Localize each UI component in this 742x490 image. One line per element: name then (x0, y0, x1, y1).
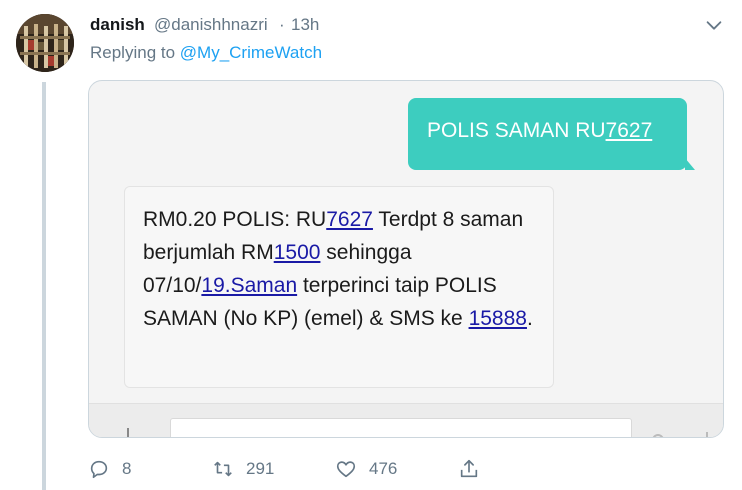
user-handle[interactable]: @danishhnazri (154, 15, 268, 35)
like-button[interactable]: 476 (335, 457, 397, 481)
sms-text-part: RM0.20 POLIS: RU (143, 208, 327, 231)
share-button[interactable] (458, 457, 480, 481)
sms-link: 19.Saman (201, 274, 298, 297)
retweet-count: 291 (246, 459, 275, 478)
sms-link: 7627 (326, 208, 373, 231)
retweet-button[interactable]: 291 (212, 457, 274, 481)
avatar-image (16, 14, 74, 72)
sent-sms-text: POLIS SAMAN RU (427, 119, 606, 142)
sent-sms-code: 7627 (605, 119, 653, 142)
reply-icon (90, 460, 108, 479)
separator-dot: · (279, 15, 285, 34)
received-sms-bubble: RM0.20 POLIS: RU7627 Terdpt 8 saman berj… (124, 186, 554, 388)
emoji-icon (652, 434, 664, 437)
sms-compose-bar (89, 403, 723, 437)
thread-line (42, 82, 46, 490)
replying-label: Replying to (90, 43, 180, 62)
sms-compose-field (170, 418, 632, 437)
sms-link: 1500 (273, 241, 321, 264)
retweet-icon (214, 461, 232, 477)
sent-sms-bubble: POLIS SAMAN RU7627 (408, 98, 695, 170)
like-icon (336, 461, 356, 478)
sms-text-part: . (526, 307, 533, 330)
mic-icon (706, 432, 708, 437)
chevron-down-icon[interactable] (703, 14, 725, 36)
replying-mention-link[interactable]: @My_CrimeWatch (180, 43, 322, 62)
compose-cursor (127, 428, 129, 437)
tweet-image[interactable]: POLIS SAMAN RU7627 RM0.20 POLIS: RU7627 … (88, 80, 724, 438)
share-icon (460, 459, 478, 478)
avatar[interactable] (16, 14, 74, 72)
like-count: 476 (369, 459, 398, 478)
replying-to: Replying to @My_CrimeWatch (90, 43, 322, 63)
display-name[interactable]: danish (90, 15, 145, 35)
reply-button[interactable]: 8 (88, 457, 131, 481)
timestamp[interactable]: 13h (291, 15, 319, 35)
reply-count: 8 (122, 459, 132, 478)
bubble-tail (685, 158, 695, 170)
sms-link: 15888 (468, 307, 527, 330)
